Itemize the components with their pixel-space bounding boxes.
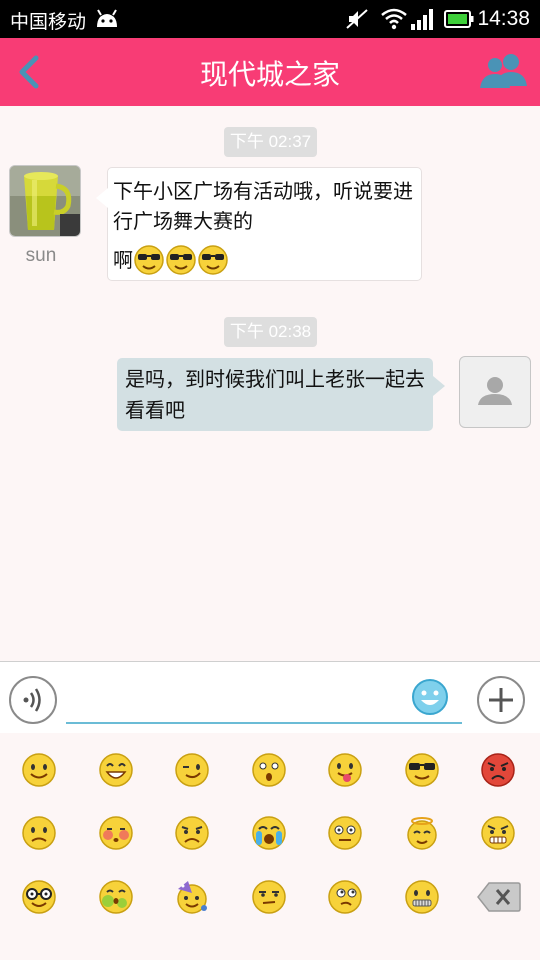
smile-emoji-icon[interactable] — [21, 752, 57, 788]
blush-emoji-icon[interactable] — [98, 815, 134, 851]
emoji-toggle-button[interactable] — [411, 678, 449, 716]
dizzy-eyes-emoji-icon[interactable] — [327, 815, 363, 851]
wink-emoji-icon[interactable] — [174, 752, 210, 788]
crying-emoji-icon[interactable] — [251, 815, 287, 851]
halo-emoji-icon[interactable] — [404, 815, 440, 851]
party-emoji-icon[interactable] — [174, 879, 210, 915]
sick-emoji-icon[interactable] — [98, 879, 134, 915]
signal-icon — [411, 9, 433, 30]
more-actions-button[interactable] — [477, 676, 525, 724]
sunglasses-emoji-icons — [134, 245, 228, 275]
grimace-emoji-icon[interactable] — [480, 815, 516, 851]
angry-emoji-icon[interactable] — [480, 752, 516, 788]
clock: 14:38 — [477, 7, 530, 30]
page-title: 现代城之家 — [199, 58, 340, 91]
sunglasses-emoji-icon — [166, 245, 196, 275]
grin-emoji-icon[interactable] — [98, 752, 134, 788]
sunglasses-emoji-icon — [198, 245, 228, 275]
cup-photo-icon — [10, 166, 80, 236]
frown-emoji-icon[interactable] — [174, 815, 210, 851]
group-members-button[interactable] — [478, 52, 528, 92]
thinking-emoji-icon[interactable] — [327, 879, 363, 915]
carrier-name: 中国移动 — [10, 11, 87, 33]
tongue-emoji-icon[interactable] — [327, 752, 363, 788]
sunglasses-emoji-icon — [134, 245, 164, 275]
title-bar: 现代城之家 — [0, 38, 540, 106]
message-text: 是吗，到时候我们叫上老张一起去看看吧 — [125, 367, 425, 422]
android-icon — [97, 9, 117, 27]
message-timestamp: 下午 02:37 — [224, 127, 317, 157]
message-tail: 啊 — [113, 244, 229, 276]
plus-icon — [489, 688, 513, 712]
message-timestamp: 下午 02:38 — [224, 317, 317, 347]
message-text: 下午小区广场有活动哦，听说要进行广场舞大赛的 — [113, 179, 413, 233]
status-bar: 中国移动 14:38 — [0, 0, 540, 38]
mute-icon — [346, 9, 368, 29]
outgoing-message-bubble[interactable]: 是吗，到时候我们叫上老张一起去看看吧 — [117, 358, 445, 431]
chat-area[interactable]: 下午 02:37 sun 下午小区广场有活动哦，听说要进行广场舞大赛的 啊 下午… — [0, 106, 540, 661]
nerd-emoji-icon[interactable] — [21, 879, 57, 915]
battery-icon — [444, 10, 474, 28]
smirk-emoji-icon[interactable] — [251, 879, 287, 915]
input-bar — [0, 661, 540, 733]
surprised-emoji-icon[interactable] — [251, 752, 287, 788]
emoji-panel — [0, 733, 540, 960]
backspace-delete-icon[interactable] — [477, 881, 521, 913]
zipper-mouth-emoji-icon[interactable] — [404, 879, 440, 915]
sender-name: sun — [25, 245, 57, 266]
sender-avatar[interactable] — [9, 165, 81, 237]
incoming-message-bubble[interactable]: 下午小区广场有活动哦，听说要进行广场舞大赛的 啊 — [96, 167, 422, 281]
message-input[interactable] — [66, 676, 462, 724]
wifi-icon — [381, 8, 407, 30]
worried-emoji-icon[interactable] — [21, 815, 57, 851]
message-tail-text: 啊 — [113, 248, 133, 272]
voice-input-button[interactable] — [9, 676, 57, 724]
voice-wave-icon — [23, 688, 41, 712]
cool-emoji-icon[interactable] — [404, 752, 440, 788]
my-avatar[interactable] — [459, 356, 531, 428]
default-user-icon — [478, 377, 512, 405]
